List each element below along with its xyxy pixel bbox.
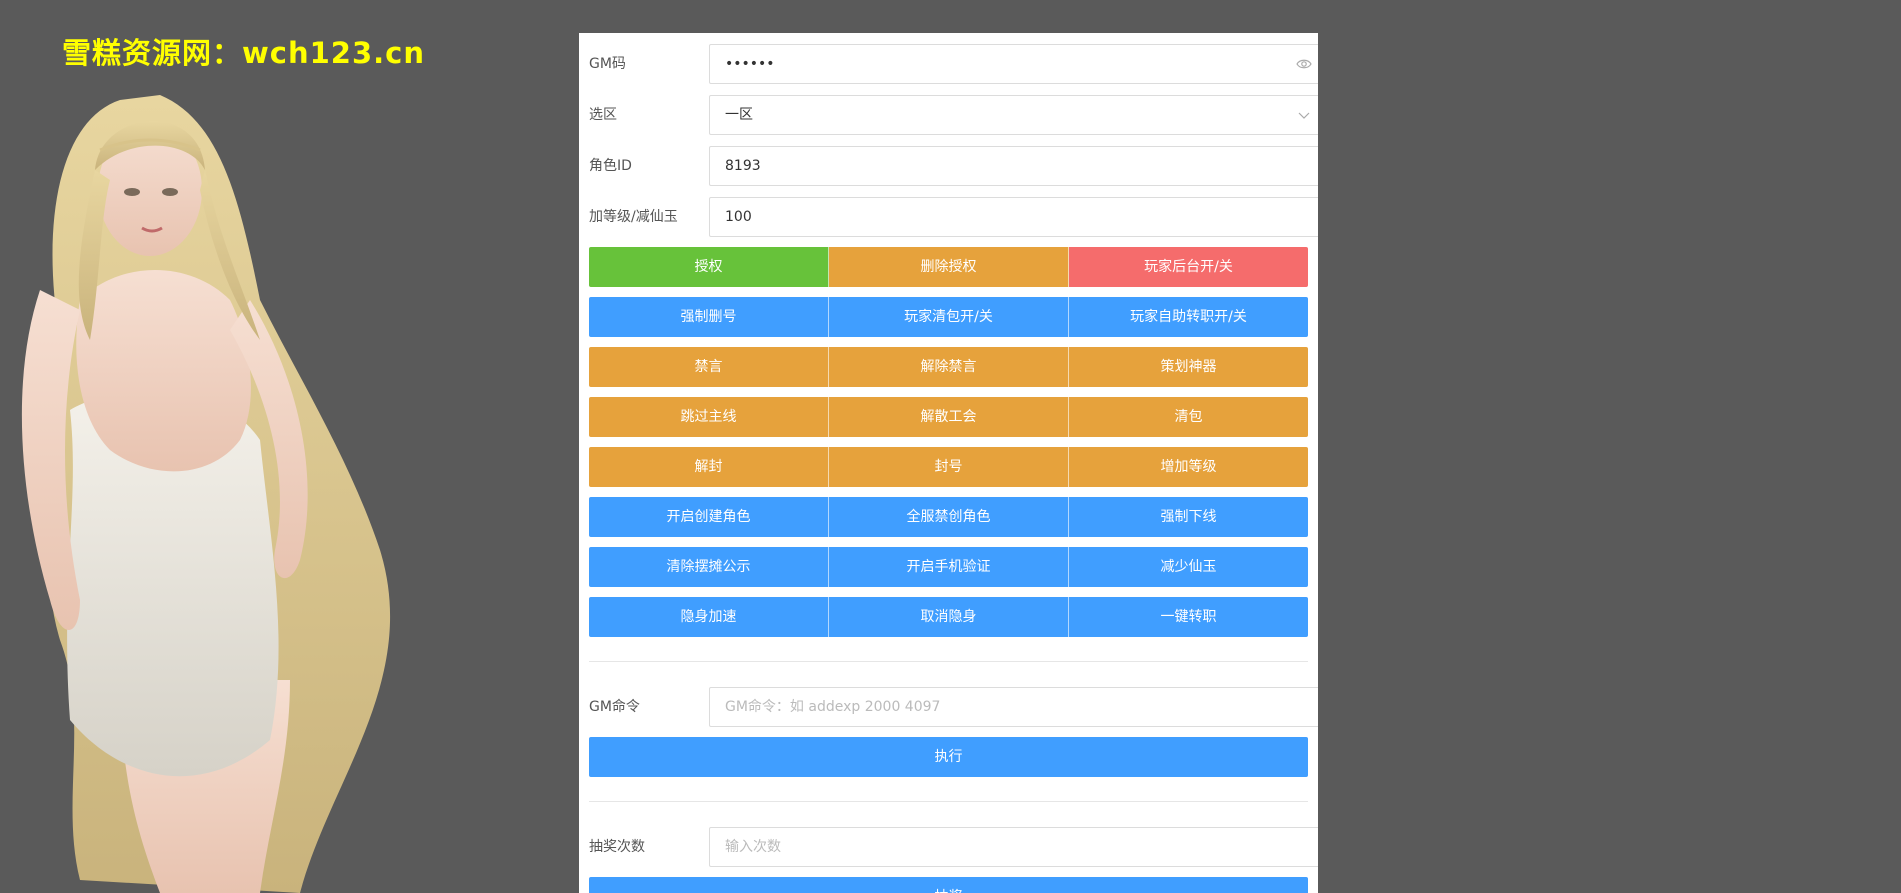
player-backend-toggle-button[interactable]: 玩家后台开/关 xyxy=(1069,247,1308,287)
gm-code-input[interactable]: •••••• xyxy=(709,44,1318,84)
gm-code-label: GM码 xyxy=(589,56,626,72)
zone-value: 一区 xyxy=(725,107,753,123)
button-row-3: 禁言 解除禁言 策划神器 xyxy=(589,347,1308,387)
player-clear-bag-toggle-button[interactable]: 玩家清包开/关 xyxy=(829,297,1069,337)
lottery-submit-button[interactable]: 抽奖 xyxy=(589,877,1308,893)
level-input[interactable]: 100 xyxy=(709,197,1318,237)
role-id-value: 8193 xyxy=(725,158,761,174)
planner-artifact-button[interactable]: 策划神器 xyxy=(1069,347,1308,387)
stealth-speed-button[interactable]: 隐身加速 xyxy=(589,597,829,637)
add-level-button[interactable]: 增加等级 xyxy=(1069,447,1308,487)
zone-label: 选区 xyxy=(589,107,617,123)
player-self-transfer-toggle-button[interactable]: 玩家自助转职开/关 xyxy=(1069,297,1308,337)
button-row-4: 跳过主线 解散工会 清包 xyxy=(589,397,1308,437)
level-row: 加等级/减仙玉 100 xyxy=(589,197,1318,237)
ban-button[interactable]: 封号 xyxy=(829,447,1069,487)
role-id-row: 角色ID 8193 xyxy=(589,146,1318,186)
gm-code-value: •••••• xyxy=(725,56,775,72)
gm-command-label: GM命令 xyxy=(589,699,640,715)
mute-button[interactable]: 禁言 xyxy=(589,347,829,387)
force-delete-account-button[interactable]: 强制删号 xyxy=(589,297,829,337)
level-label: 加等级/减仙玉 xyxy=(589,209,678,225)
zone-row: 选区 一区 xyxy=(589,95,1318,135)
level-value: 100 xyxy=(725,209,752,225)
gm-command-row: GM命令 GM命令：如 addexp 2000 4097 xyxy=(589,687,1318,727)
eye-icon[interactable] xyxy=(1296,56,1312,72)
gm-command-input[interactable]: GM命令：如 addexp 2000 4097 xyxy=(709,687,1318,727)
clear-bag-button[interactable]: 清包 xyxy=(1069,397,1308,437)
disable-create-role-button[interactable]: 全服禁创角色 xyxy=(829,497,1069,537)
gm-command-placeholder: GM命令：如 addexp 2000 4097 xyxy=(725,699,941,715)
enable-create-role-button[interactable]: 开启创建角色 xyxy=(589,497,829,537)
button-row-7: 清除摆摊公示 开启手机验证 减少仙玉 xyxy=(589,547,1308,587)
button-row-5: 解封 封号 增加等级 xyxy=(589,447,1308,487)
button-row-6: 开启创建角色 全服禁创角色 强制下线 xyxy=(589,497,1308,537)
chevron-down-icon xyxy=(1298,112,1310,119)
section-divider xyxy=(589,661,1308,662)
disband-guild-button[interactable]: 解散工会 xyxy=(829,397,1069,437)
watermark-text: 雪糕资源网：wch123.cn xyxy=(62,36,426,70)
zone-select[interactable]: 一区 xyxy=(709,95,1318,135)
role-id-label: 角色ID xyxy=(589,158,632,174)
force-offline-button[interactable]: 强制下线 xyxy=(1069,497,1308,537)
clear-stall-notice-button[interactable]: 清除摆摊公示 xyxy=(589,547,829,587)
execute-button[interactable]: 执行 xyxy=(589,737,1308,777)
role-id-input[interactable]: 8193 xyxy=(709,146,1318,186)
unmute-button[interactable]: 解除禁言 xyxy=(829,347,1069,387)
gm-code-row: GM码 •••••• xyxy=(589,44,1318,84)
authorize-button[interactable]: 授权 xyxy=(589,247,829,287)
lottery-row: 抽奖次数 输入次数 xyxy=(589,827,1318,867)
lottery-input[interactable]: 输入次数 xyxy=(709,827,1318,867)
button-row-1: 授权 删除授权 玩家后台开/关 xyxy=(589,247,1308,287)
reduce-jade-button[interactable]: 减少仙玉 xyxy=(1069,547,1308,587)
unban-button[interactable]: 解封 xyxy=(589,447,829,487)
lottery-label: 抽奖次数 xyxy=(589,839,645,855)
gm-panel: GM码 •••••• 选区 一区 角色ID 8193 加等级/减仙玉 100 授… xyxy=(579,33,1318,893)
button-row-8: 隐身加速 取消隐身 一键转职 xyxy=(589,597,1308,637)
button-row-2: 强制删号 玩家清包开/关 玩家自助转职开/关 xyxy=(589,297,1308,337)
lottery-placeholder: 输入次数 xyxy=(725,839,781,855)
section-divider xyxy=(589,801,1308,802)
one-click-transfer-button[interactable]: 一键转职 xyxy=(1069,597,1308,637)
skip-main-quest-button[interactable]: 跳过主线 xyxy=(589,397,829,437)
enable-phone-verify-button[interactable]: 开启手机验证 xyxy=(829,547,1069,587)
remove-authorize-button[interactable]: 删除授权 xyxy=(829,247,1069,287)
cancel-stealth-button[interactable]: 取消隐身 xyxy=(829,597,1069,637)
character-illustration xyxy=(21,95,391,893)
